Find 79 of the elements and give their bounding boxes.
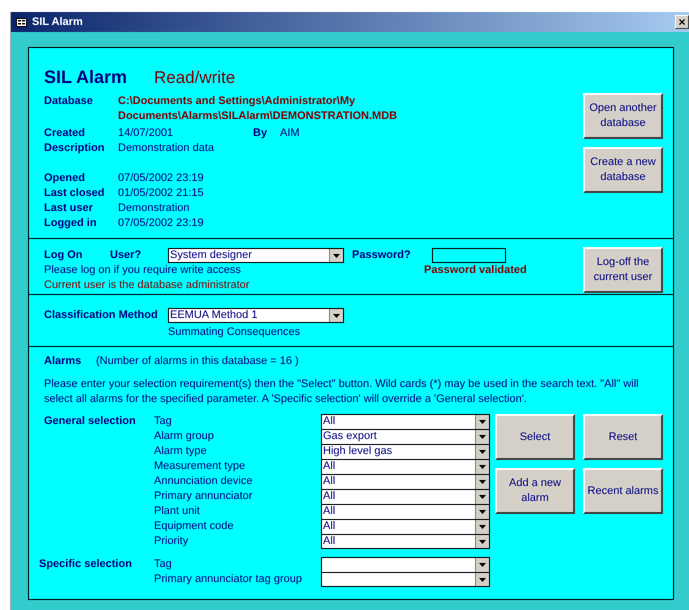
field-label: Tag	[154, 557, 173, 572]
field-label: Password?	[352, 248, 412, 263]
field-value: Demonstration	[118, 201, 190, 216]
field-label: Alarm type	[154, 444, 208, 459]
filter-dropdown[interactable]: All	[321, 489, 490, 504]
field-label: Last closed	[44, 186, 106, 201]
filter-dropdown[interactable]	[321, 572, 490, 587]
field-label: Classification Method	[44, 308, 159, 323]
caret-icon	[479, 450, 486, 454]
field-label: Tag	[154, 414, 173, 429]
caret-icon	[479, 510, 486, 514]
field-value: 07/05/2002 23:19	[118, 216, 204, 231]
field-label: Created	[44, 126, 86, 141]
filter-dropdown[interactable]: Gas export	[321, 429, 490, 444]
caret-icon	[333, 314, 340, 318]
filter-dropdown[interactable]: All	[321, 474, 490, 489]
field-label: Annunciation device	[154, 474, 254, 489]
field-label: Plant unit	[154, 504, 201, 519]
action-button[interactable]: Reset	[583, 414, 663, 460]
caret-icon	[333, 254, 340, 258]
field-value: 07/05/2002 23:19	[118, 171, 204, 186]
field-label: Description	[44, 141, 106, 156]
user-dropdown[interactable]: System designer	[168, 248, 344, 263]
filter-dropdown[interactable]	[321, 557, 490, 572]
action-button[interactable]: Select	[495, 414, 575, 460]
caret-icon	[479, 540, 486, 544]
close-button[interactable]: ×	[675, 15, 689, 29]
instructions-text: Please enter your selection requirement(s) then the "Select" button. Wild cards (*) may be used in the search text. "All" will select all alarms for the specified parameter. A 'Specific selection' will override a 'General selection'.	[44, 377, 640, 407]
filter-dropdown[interactable]: High level gas	[321, 444, 490, 459]
caret-icon	[479, 435, 486, 439]
filter-dropdown[interactable]: All	[321, 519, 490, 534]
method-note: Summating Consequences	[168, 325, 300, 340]
field-label: Database	[44, 94, 94, 109]
current-user-note: Current user is the database administrator	[44, 279, 250, 291]
field-label: Last user	[44, 201, 94, 216]
field-label: User?	[110, 248, 142, 263]
caret-icon	[479, 495, 486, 499]
filter-dropdown[interactable]: All	[321, 459, 490, 474]
field-value: AIM	[280, 126, 300, 141]
caret-icon	[479, 420, 486, 424]
hint-text: Please log on if you require write access	[44, 263, 242, 278]
password-status: Password validated	[424, 263, 527, 278]
caret-icon	[479, 563, 486, 567]
field-value: 14/07/2001	[118, 126, 174, 141]
password-field[interactable]	[432, 248, 506, 263]
section-title: Log On	[44, 248, 84, 263]
field-value: 01/05/2002 21:15	[118, 186, 204, 201]
field-label: Priority	[154, 534, 190, 549]
field-label: Measurement type	[154, 459, 246, 474]
field-label: Primary annunciator	[154, 489, 254, 504]
caret-icon	[479, 578, 486, 582]
field-label: By	[253, 126, 268, 141]
field-label: Primary annunciator tag group	[154, 572, 303, 587]
action-button[interactable]: Recent alarms	[583, 468, 663, 514]
field-value: Demonstration data	[118, 141, 214, 156]
field-label: Alarm group	[154, 429, 215, 444]
alarm-count: (Number of alarms in this database = 16 )	[96, 354, 299, 369]
field-label: Equipment code	[154, 519, 234, 534]
section-title: Alarms	[44, 354, 82, 369]
log-off-button[interactable]: Log-off the current user	[583, 247, 663, 293]
access-mode: Read/write	[154, 68, 236, 88]
section-title: Specific selection	[39, 557, 133, 572]
window-title: SIL Alarm	[32, 16, 84, 28]
database-button[interactable]: Open another database	[583, 93, 663, 139]
database-button[interactable]: Create a new database	[583, 147, 663, 193]
filter-dropdown[interactable]: All	[321, 504, 490, 519]
field-label: Opened	[44, 171, 86, 186]
classification-dropdown[interactable]: EEMUA Method 1	[168, 308, 344, 323]
filter-dropdown[interactable]: All	[321, 414, 490, 429]
app-title: SIL Alarm	[44, 67, 128, 88]
section-title: General selection	[44, 414, 137, 429]
caret-icon	[479, 465, 486, 469]
caret-icon	[479, 480, 486, 484]
filter-dropdown[interactable]: All	[321, 534, 490, 549]
action-button[interactable]: Add a new alarm	[495, 468, 575, 514]
form-icon	[16, 18, 27, 26]
database-path: C:\Documents and Settings\Administrator\My Documents\Alarms\SILAlarm\DEMONSTRATION.MDB	[118, 94, 398, 124]
field-label: Logged in	[44, 216, 98, 231]
caret-icon	[479, 525, 486, 529]
